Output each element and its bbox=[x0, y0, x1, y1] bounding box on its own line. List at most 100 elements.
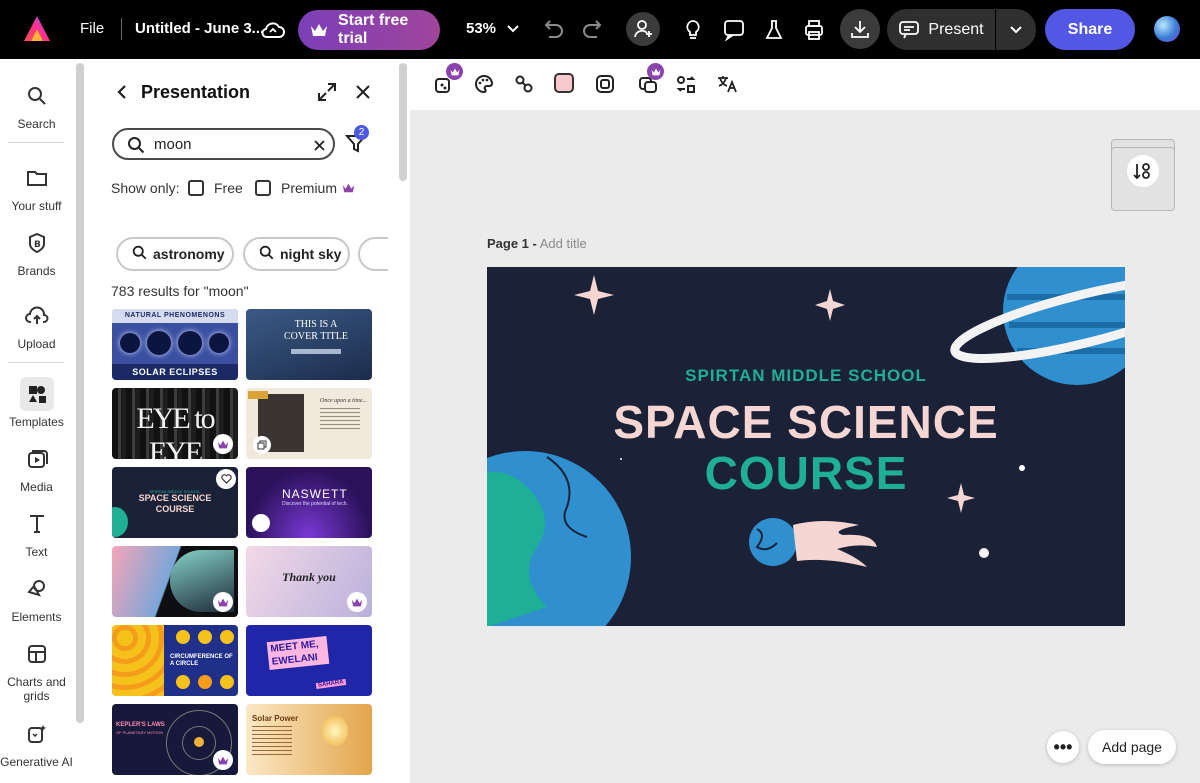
shapes-connect-icon[interactable] bbox=[512, 72, 536, 96]
top-bar: File Untitled - June 3... Start free tri… bbox=[0, 0, 1200, 59]
media-icon bbox=[20, 442, 54, 476]
thumbnail-subtitle: SOLAR ECLIPSES bbox=[112, 364, 238, 380]
add-page-title[interactable]: Add title bbox=[540, 236, 587, 251]
sidebar-item-generative-ai[interactable]: Generative AI bbox=[0, 717, 73, 769]
share-button[interactable]: Share bbox=[1045, 9, 1135, 50]
page-thumbnails-button[interactable] bbox=[1111, 139, 1176, 211]
premium-crown-icon bbox=[213, 434, 233, 454]
sidebar-item-search[interactable]: Search bbox=[0, 79, 73, 131]
sidebar-item-upload[interactable]: Upload bbox=[0, 299, 73, 351]
premium-checkbox[interactable] bbox=[255, 180, 271, 196]
template-thumbnail[interactable]: MEET ME, EWELANI SAHARA bbox=[246, 625, 372, 696]
chevron-down-icon[interactable] bbox=[505, 20, 521, 38]
favorite-heart-icon[interactable] bbox=[216, 469, 236, 489]
panel-title: Presentation bbox=[141, 82, 251, 102]
sidebar-item-label: Your stuff bbox=[11, 199, 62, 213]
template-thumbnail[interactable]: Solar Power bbox=[246, 704, 372, 775]
sidebar-item-text[interactable]: Text bbox=[0, 507, 73, 559]
charts-icon bbox=[20, 637, 54, 671]
generative-ai-icon bbox=[20, 717, 54, 751]
circle-shape bbox=[176, 675, 190, 689]
sidebar-item-charts-and-grids[interactable]: Charts and grids bbox=[0, 637, 73, 703]
elements-icon bbox=[20, 572, 54, 606]
chip-label: night sky bbox=[280, 246, 342, 262]
avatar[interactable] bbox=[1154, 16, 1180, 42]
undo-icon[interactable] bbox=[540, 17, 566, 43]
slide-title-line2[interactable]: COURSE bbox=[487, 446, 1125, 500]
thumbnail-title: Once upon a time... bbox=[320, 398, 367, 404]
add-page-button[interactable]: Add page bbox=[1088, 730, 1176, 764]
sidebar-item-brands[interactable]: B Brands bbox=[0, 226, 73, 278]
sidebar-item-label: Charts and grids bbox=[7, 675, 66, 703]
document-title[interactable]: Untitled - June 3... bbox=[135, 20, 264, 37]
sidebar-item-media[interactable]: Media bbox=[0, 442, 73, 494]
slide-canvas[interactable]: SPIRTAN MIDDLE SCHOOL SPACE SCIENCE COUR… bbox=[487, 267, 1125, 626]
frame-icon[interactable] bbox=[593, 72, 617, 96]
lab-flask-icon[interactable] bbox=[759, 15, 789, 45]
suggestion-chip-astronomy[interactable]: astronomy bbox=[116, 237, 234, 271]
suggestion-chip-more[interactable] bbox=[358, 237, 388, 271]
swap-shapes-icon[interactable] bbox=[674, 72, 698, 96]
slide-title-line1[interactable]: SPACE SCIENCE bbox=[487, 395, 1125, 449]
template-thumbnail[interactable]: Thank you bbox=[246, 546, 372, 617]
background-color-swatch[interactable] bbox=[554, 73, 574, 93]
thumbnail-text-lines bbox=[252, 726, 292, 756]
start-free-trial-button[interactable]: Start free trial bbox=[298, 10, 440, 50]
results-count: 783 results for "moon" bbox=[111, 283, 249, 299]
zoom-level[interactable]: 53% bbox=[466, 20, 496, 37]
download-icon[interactable] bbox=[840, 9, 880, 49]
thumbnail-title: KEPLER'S LAWS bbox=[116, 722, 165, 728]
lightbulb-icon[interactable] bbox=[678, 15, 708, 45]
free-checkbox[interactable] bbox=[188, 180, 204, 196]
template-thumbnail[interactable]: EYE to EYE bbox=[112, 388, 238, 459]
search-input[interactable]: moon bbox=[112, 128, 335, 160]
thumbnail-title: SPACE SCIENCE COURSE bbox=[138, 493, 212, 514]
app-logo-icon[interactable] bbox=[22, 13, 52, 45]
invite-user-icon[interactable] bbox=[626, 12, 660, 46]
template-thumbnail[interactable]: CIRCUMFERENCE OF A CIRCLE bbox=[112, 625, 238, 696]
chip-label: astronomy bbox=[153, 246, 225, 262]
panel-scrollbar[interactable] bbox=[399, 63, 407, 181]
translate-icon[interactable] bbox=[715, 72, 739, 96]
template-thumbnail[interactable]: NASWETT Discover the potential of tech. bbox=[246, 467, 372, 538]
suggestion-chip-night-sky[interactable]: night sky bbox=[243, 237, 350, 271]
template-thumbnail[interactable]: KEPLER'S LAWS OF PLANETARY MOTION bbox=[112, 704, 238, 775]
file-menu[interactable]: File bbox=[80, 20, 104, 37]
slide-subtitle[interactable]: SPIRTAN MIDDLE SCHOOL bbox=[487, 366, 1125, 386]
template-thumbnail[interactable] bbox=[112, 546, 238, 617]
thumbnail-title: NASWETT bbox=[282, 487, 348, 501]
sidebar-item-elements[interactable]: Elements bbox=[0, 572, 73, 624]
page-label: Page 1 - Add title bbox=[487, 236, 587, 251]
search-icon bbox=[132, 245, 147, 263]
comet-icon bbox=[749, 518, 877, 567]
close-icon[interactable] bbox=[352, 81, 374, 103]
present-options-chevron-down-icon[interactable] bbox=[996, 9, 1036, 50]
sidebar-divider bbox=[8, 142, 64, 143]
canvas-toolbar bbox=[410, 59, 1200, 110]
clear-search-icon[interactable] bbox=[312, 138, 326, 152]
templates-panel: Presentation moon 2 Show only: Free Prem… bbox=[88, 59, 397, 783]
thumbnail-subtitle: SAHARA bbox=[315, 678, 346, 690]
template-thumbnail[interactable]: Once upon a time... bbox=[246, 388, 372, 459]
expand-icon[interactable] bbox=[316, 81, 338, 103]
print-icon[interactable] bbox=[799, 15, 829, 45]
start-free-trial-label: Start free trial bbox=[338, 12, 409, 47]
sidebar-item-your-stuff[interactable]: Your stuff bbox=[0, 161, 73, 213]
sidebar-scrollbar[interactable] bbox=[76, 63, 84, 723]
palette-icon[interactable] bbox=[472, 72, 496, 96]
template-thumbnail[interactable]: SPIRTAN MIDDLE SCHOOL SPACE SCIENCE COUR… bbox=[112, 467, 238, 538]
redo-icon[interactable] bbox=[580, 17, 606, 43]
template-thumbnail[interactable]: NATURAL PHENOMENONS SOLAR ECLIPSES bbox=[112, 309, 238, 380]
sidebar-divider bbox=[8, 362, 64, 363]
more-options-button[interactable]: ••• bbox=[1047, 731, 1079, 763]
back-chevron-icon[interactable] bbox=[115, 83, 129, 101]
premium-crown-icon bbox=[446, 63, 463, 80]
present-button[interactable]: Present bbox=[887, 9, 995, 50]
sidebar-item-templates[interactable]: Templates bbox=[0, 377, 73, 429]
cloud-sync-icon[interactable] bbox=[260, 18, 286, 42]
sidebar-item-label: Templates bbox=[9, 415, 64, 429]
thumbnail-tag bbox=[248, 391, 268, 399]
template-thumbnail[interactable]: THIS IS A COVER TITLE bbox=[246, 309, 372, 380]
sidebar-item-label: Text bbox=[25, 545, 48, 559]
comment-icon[interactable] bbox=[719, 15, 749, 45]
